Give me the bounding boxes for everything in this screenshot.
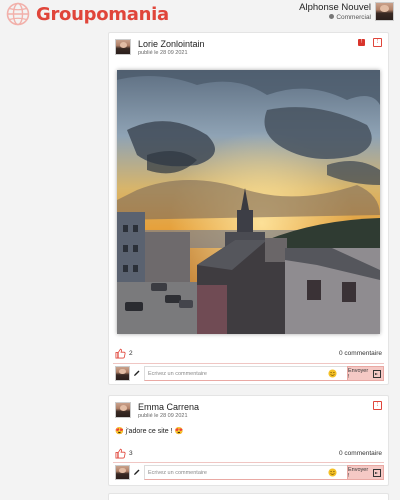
user-role: Commercial (299, 13, 371, 22)
user-role-label: Commercial (336, 14, 371, 21)
author-name[interactable]: Lorie Zonlointain (138, 39, 205, 49)
divider (113, 363, 384, 364)
author-name[interactable]: Emma Carrena (138, 402, 199, 412)
menu-icon[interactable]: ⁝ (373, 38, 382, 47)
like-count: 2 (129, 350, 133, 357)
author-avatar[interactable] (115, 39, 131, 55)
post-image[interactable] (117, 70, 380, 334)
send-button[interactable]: Envoyer ! (347, 366, 384, 381)
like-icon[interactable] (115, 348, 126, 359)
logo[interactable]: Groupomania (6, 2, 169, 26)
send-label: Envoyer ! (348, 367, 369, 380)
divider (113, 462, 384, 463)
commenter-avatar (115, 465, 130, 480)
post-date: publié le 28 09 2021 (138, 50, 188, 56)
post-card: Lorie Zonlointain publié le 28 09 2021 !… (108, 32, 389, 385)
globe-logo-icon (6, 2, 30, 26)
comment-input[interactable] (144, 465, 348, 480)
author-avatar[interactable] (115, 402, 131, 418)
sunset-photo (117, 70, 380, 334)
current-user[interactable]: Alphonse Nouvel Commercial (299, 2, 394, 22)
post-header: Lorie Zonlointain publié le 28 09 2021 !… (109, 33, 388, 61)
flag-icon[interactable]: ! (358, 39, 365, 46)
like-icon[interactable] (115, 448, 126, 459)
reaction-bar: 2 0 commentaire (109, 347, 388, 361)
pencil-icon (134, 469, 140, 475)
emoji-icon[interactable] (328, 468, 337, 477)
send-icon (373, 369, 381, 378)
send-icon (373, 468, 381, 477)
send-label: Envoyer ! (348, 466, 369, 479)
post-card-next (108, 493, 389, 500)
post-date: publié le 28 09 2021 (138, 413, 188, 419)
top-header: Groupomania Alphonse Nouvel Commercial (0, 0, 400, 26)
post-header: Emma Carrena publié le 28 09 2021 ⁝ (109, 396, 388, 424)
commenter-avatar (115, 366, 130, 381)
post-card: Emma Carrena publié le 28 09 2021 ⁝ 😍 j'… (108, 395, 389, 486)
comment-form: Envoyer ! (109, 366, 388, 382)
post-text: 😍 j'adore ce site ! 😍 (115, 428, 184, 435)
emoji-icon[interactable] (328, 369, 337, 378)
user-avatar[interactable] (375, 2, 394, 21)
menu-icon[interactable]: ⁝ (373, 401, 382, 410)
comment-form: Envoyer ! (109, 465, 388, 481)
comment-count[interactable]: 0 commentaire (339, 450, 382, 457)
user-name: Alphonse Nouvel (299, 2, 371, 13)
like-count: 3 (129, 450, 133, 457)
logo-text: Groupomania (36, 3, 169, 25)
reaction-bar: 3 0 commentaire (109, 447, 388, 461)
comment-input[interactable] (144, 366, 348, 381)
send-button[interactable]: Envoyer ! (347, 465, 384, 480)
comment-count[interactable]: 0 commentaire (339, 350, 382, 357)
role-dot-icon (329, 14, 335, 19)
pencil-icon (134, 370, 140, 376)
